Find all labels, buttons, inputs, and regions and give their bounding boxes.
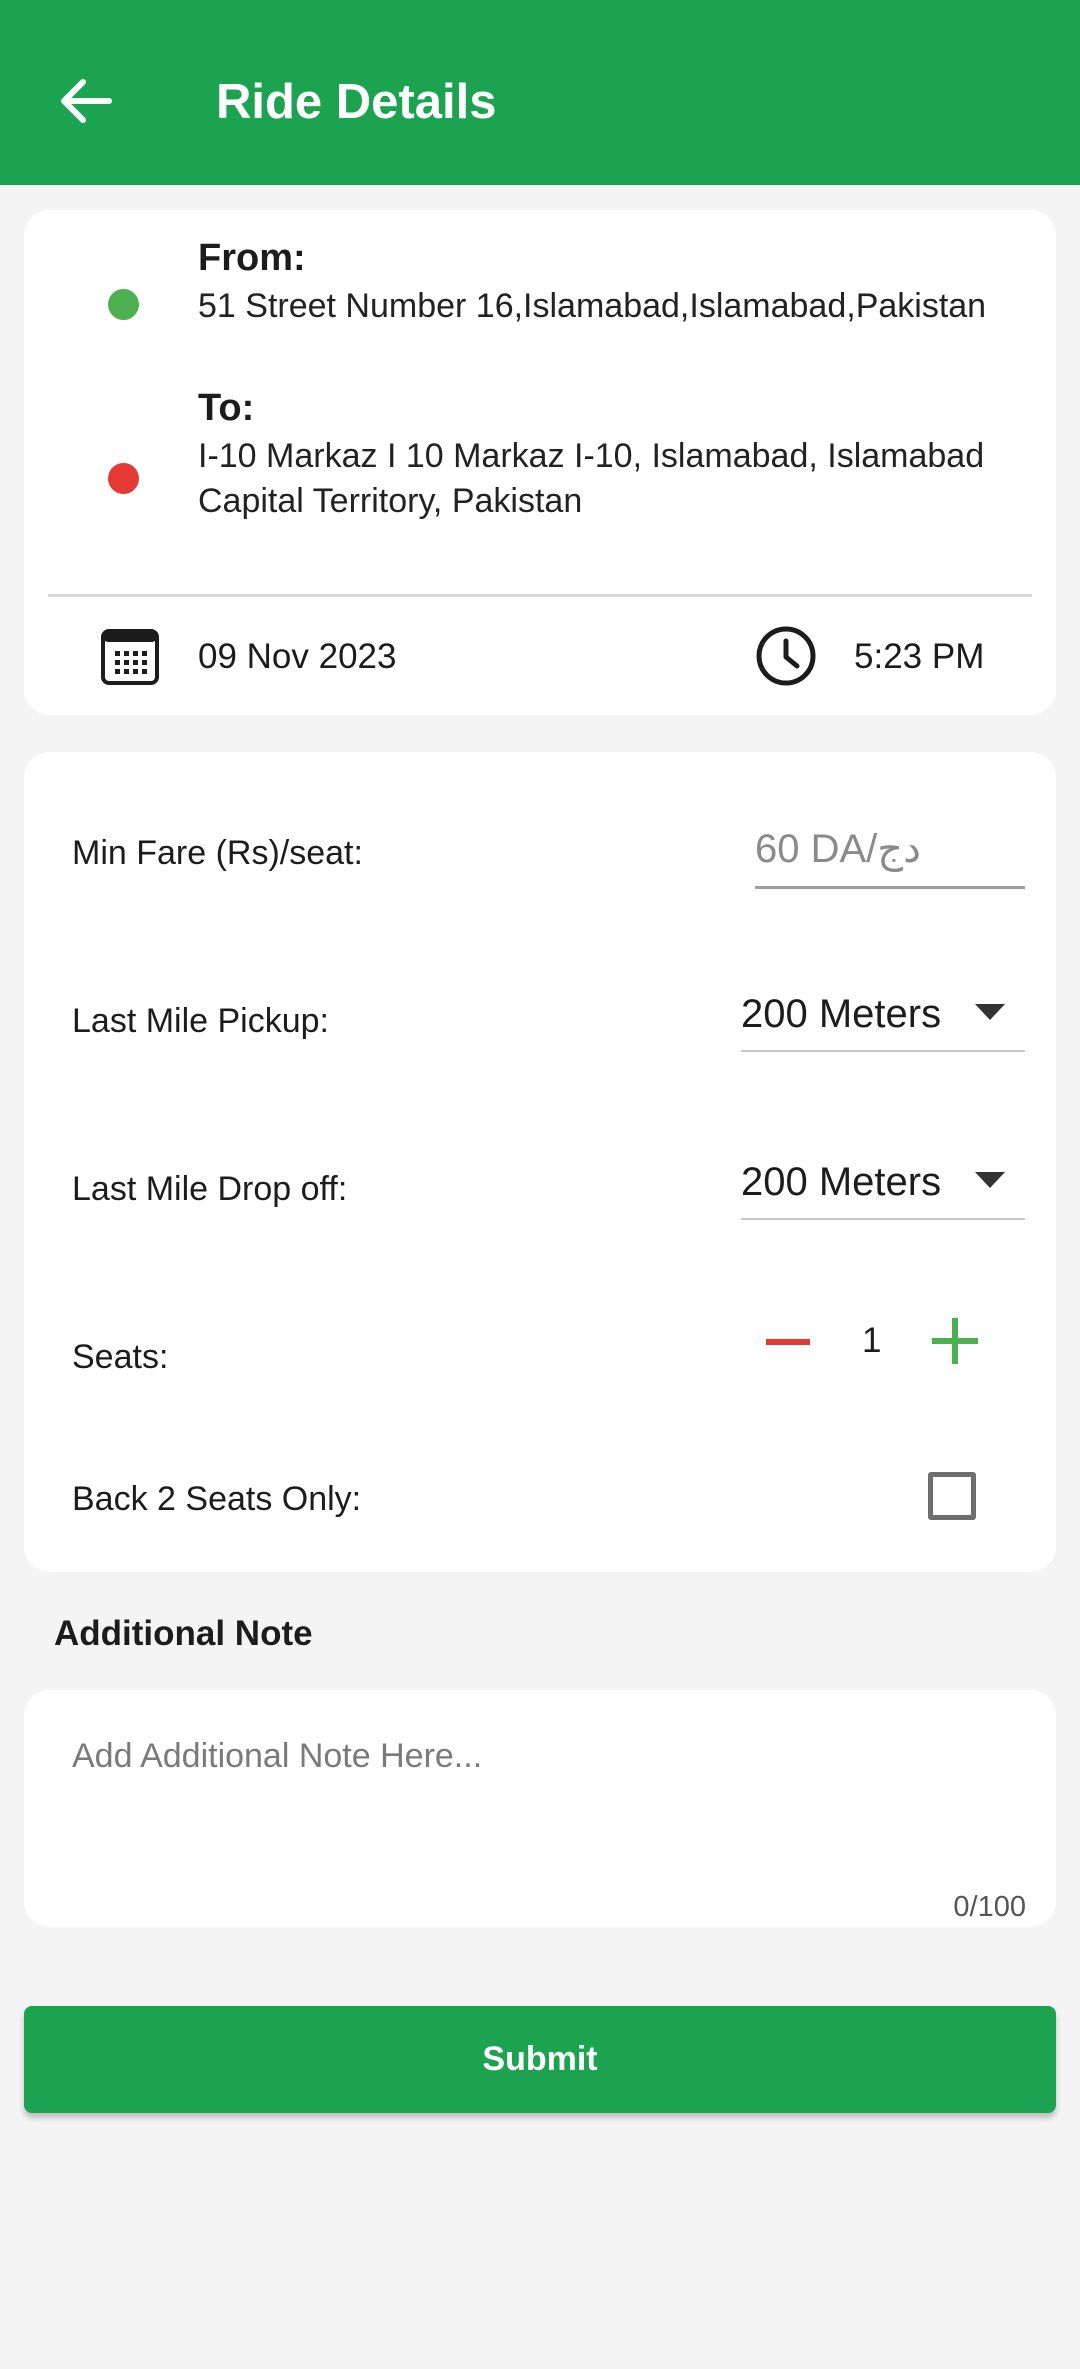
origin-dot-icon <box>108 289 139 320</box>
divider <box>48 594 1032 597</box>
min-fare-label: Min Fare (Rs)/seat: <box>72 834 363 872</box>
back-seats-label: Back 2 Seats Only: <box>72 1480 362 1518</box>
from-label: From: <box>198 237 306 279</box>
submit-button[interactable]: Submit <box>24 2006 1056 2113</box>
ride-date: 09 Nov 2023 <box>198 637 397 676</box>
back-button[interactable] <box>50 66 120 136</box>
decrease-seats-minus-icon[interactable] <box>764 1318 812 1366</box>
min-fare-input[interactable] <box>755 812 1025 889</box>
from-address: 51 Street Number 16,Islamabad,Islamabad,… <box>198 287 987 325</box>
additional-note-input[interactable] <box>72 1734 1012 1874</box>
last-mile-dropoff-value: 200 Meters <box>741 1160 942 1204</box>
last-mile-dropoff-label: Last Mile Drop off: <box>72 1170 348 1208</box>
to-label: To: <box>198 387 255 429</box>
increase-seats-plus-icon[interactable] <box>930 1316 980 1366</box>
last-mile-dropoff-dropdown[interactable]: 200 Meters <box>741 1148 1025 1220</box>
caret-down-icon <box>975 1172 1005 1188</box>
last-mile-pickup-dropdown[interactable]: 200 Meters <box>741 980 1025 1052</box>
seats-label: Seats: <box>72 1338 169 1376</box>
back-seats-checkbox[interactable] <box>928 1472 976 1520</box>
app-bar: Ride Details <box>0 0 1080 185</box>
to-address: I-10 Markaz I 10 Markaz I-10, Islamabad,… <box>198 437 985 520</box>
destination-dot-icon <box>108 463 139 494</box>
ride-options-card: Min Fare (Rs)/seat: Last Mile Pickup: 20… <box>24 752 1056 1572</box>
character-counter: 0/100 <box>953 1891 1026 1923</box>
route-card: From: 51 Street Number 16,Islamabad,Isla… <box>24 210 1056 715</box>
last-mile-pickup-value: 200 Meters <box>741 992 942 1036</box>
seats-count: 1 <box>862 1321 882 1360</box>
last-mile-pickup-label: Last Mile Pickup: <box>72 1002 329 1040</box>
page-title: Ride Details <box>216 75 497 129</box>
additional-note-heading: Additional Note <box>54 1614 313 1653</box>
arrow-left-icon <box>61 79 112 123</box>
clock-icon <box>756 626 816 686</box>
additional-note-card: 0/100 <box>24 1690 1056 1927</box>
calendar-icon <box>101 629 159 685</box>
ride-time: 5:23 PM <box>854 637 985 676</box>
caret-down-icon <box>975 1004 1005 1020</box>
